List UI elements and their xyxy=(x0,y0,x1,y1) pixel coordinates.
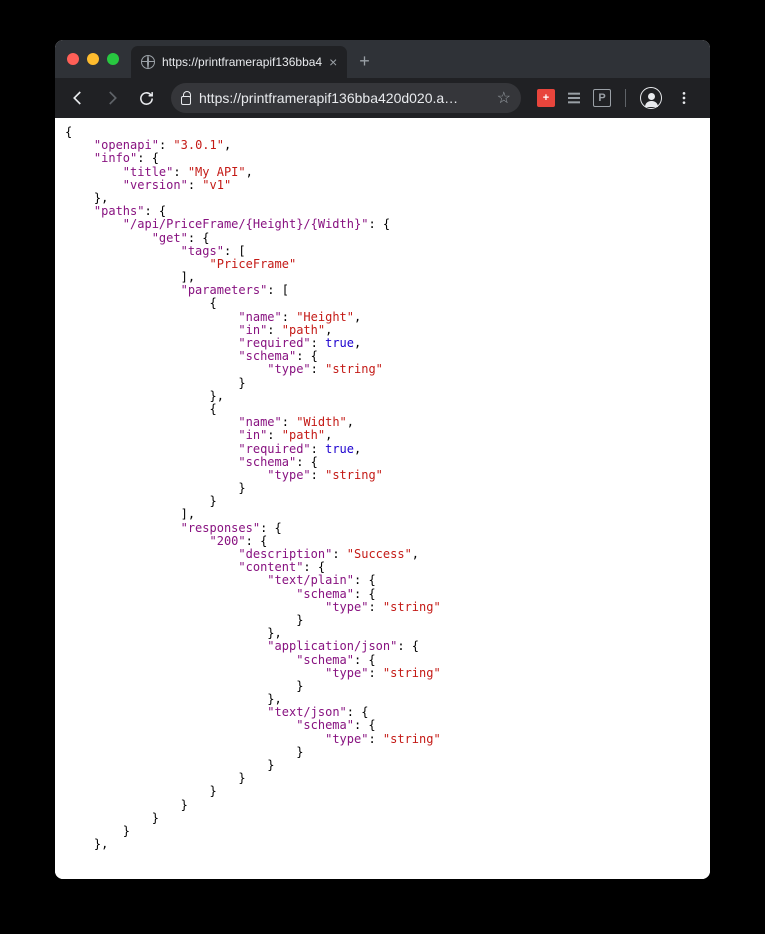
maximize-window-button[interactable] xyxy=(107,53,119,65)
extension-icon-1[interactable]: + xyxy=(537,89,555,107)
address-bar[interactable]: https://printframerapif136bba420d020.a… … xyxy=(171,83,521,113)
globe-icon xyxy=(141,55,155,69)
new-tab-button[interactable]: + xyxy=(359,51,370,72)
minimize-window-button[interactable] xyxy=(87,53,99,65)
lock-icon xyxy=(181,96,191,105)
extension-icons: + P xyxy=(531,83,702,113)
toolbar-separator xyxy=(625,89,626,107)
titlebar: https://printframerapif136bba4 × + xyxy=(55,40,710,78)
bookmark-star-icon[interactable]: ☆ xyxy=(497,88,511,108)
traffic-lights xyxy=(67,53,119,65)
close-window-button[interactable] xyxy=(67,53,79,65)
reload-button[interactable] xyxy=(131,83,161,113)
browser-window: https://printframerapif136bba4 × + https… xyxy=(55,40,710,879)
browser-tab[interactable]: https://printframerapif136bba4 × xyxy=(131,46,347,78)
extension-icon-3[interactable]: P xyxy=(593,89,611,107)
profile-avatar[interactable] xyxy=(640,87,662,109)
forward-button[interactable] xyxy=(97,83,127,113)
close-tab-icon[interactable]: × xyxy=(329,54,337,70)
tab-title: https://printframerapif136bba4 xyxy=(162,55,322,69)
toolbar: https://printframerapif136bba420d020.a… … xyxy=(55,78,710,118)
back-button[interactable] xyxy=(63,83,93,113)
extension-icon-2[interactable] xyxy=(565,89,583,107)
json-content[interactable]: { "openapi": "3.0.1", "info": { "title":… xyxy=(55,118,710,879)
menu-button[interactable] xyxy=(672,83,696,113)
url-text: https://printframerapif136bba420d020.a… xyxy=(199,90,489,106)
